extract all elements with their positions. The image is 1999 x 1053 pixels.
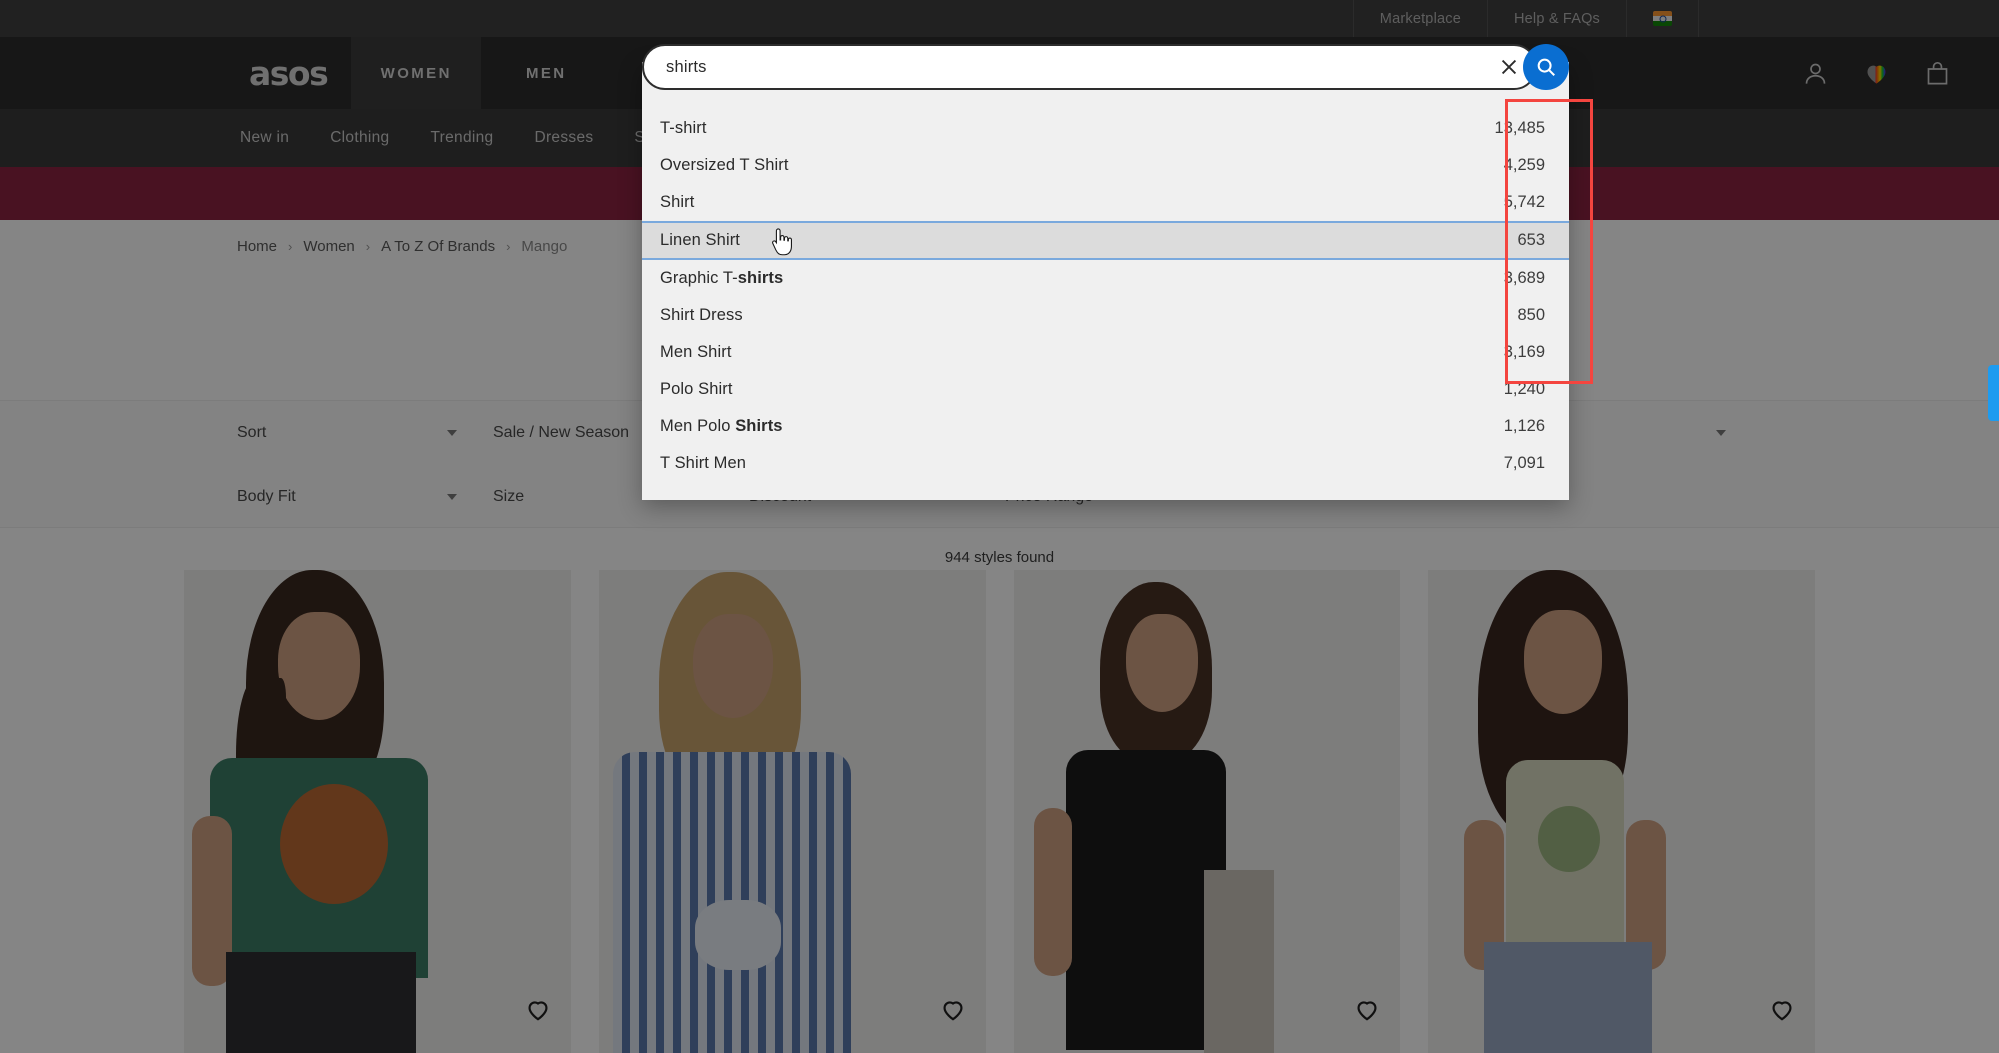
chevron-right-icon: › <box>288 239 292 254</box>
india-flag-icon <box>1653 11 1672 26</box>
suggestion-count: 1,126 <box>1461 417 1545 436</box>
topbar-country-selector[interactable] <box>1626 0 1699 37</box>
breadcrumb-item-home[interactable]: Home <box>237 238 277 255</box>
suggestion-count: 7,091 <box>1461 454 1545 473</box>
search-submit-button[interactable] <box>1523 44 1569 90</box>
suggestion-item-graphic-t-shirts[interactable]: Graphic T-shirts 3,689 <box>642 260 1569 297</box>
topbar-link-help[interactable]: Help & FAQs <box>1487 0 1626 37</box>
save-to-wishlist-heart-icon[interactable] <box>525 997 551 1023</box>
suggestion-count: 3,169 <box>1461 343 1545 362</box>
suggestion-count: 653 <box>1461 231 1545 250</box>
chevron-down-icon <box>1716 430 1726 436</box>
search-box: shirts <box>642 44 1569 90</box>
utility-topbar: Marketplace Help & FAQs <box>0 0 1999 37</box>
chevron-down-icon <box>447 430 457 436</box>
suggestion-count: 1,240 <box>1461 380 1545 399</box>
filter-sort-label: Sort <box>237 424 266 442</box>
suggestion-count: 13,485 <box>1461 119 1545 138</box>
product-image <box>184 570 571 1053</box>
results-count-text: 944 styles found <box>945 549 1054 566</box>
topbar-marketplace-label: Marketplace <box>1380 11 1461 27</box>
breadcrumb-item-mango: Mango <box>521 238 567 255</box>
search-icon <box>1535 56 1557 78</box>
suggestion-label: T-shirt <box>660 119 1461 138</box>
browser-page: Marketplace Help & FAQs asos WOMEN MEN <box>0 0 1999 1053</box>
suggestion-count: 4,259 <box>1461 156 1545 175</box>
filter-body-fit[interactable]: Body Fit <box>237 488 493 506</box>
product-card[interactable] <box>184 570 571 1053</box>
suggestion-label: Linen Shirt <box>660 231 1461 250</box>
suggestion-label: Graphic T-shirts <box>660 269 1461 288</box>
suggestion-count: 850 <box>1461 306 1545 325</box>
chevron-down-icon <box>447 494 457 500</box>
save-to-wishlist-heart-icon[interactable] <box>1769 997 1795 1023</box>
nav-left-spacer <box>0 37 225 109</box>
saved-items-heart-icon[interactable] <box>1863 60 1890 87</box>
nav-tab-men[interactable]: MEN <box>481 37 611 109</box>
shopping-bag-icon[interactable] <box>1924 60 1951 87</box>
account-icon[interactable] <box>1802 60 1829 87</box>
suggestion-item-linen-shirt[interactable]: Linen Shirt 653 <box>642 221 1569 260</box>
search-input-value: shirts <box>666 58 707 77</box>
close-icon[interactable] <box>1498 56 1520 78</box>
product-card[interactable] <box>1014 570 1401 1053</box>
breadcrumb-item-a-to-z[interactable]: A To Z Of Brands <box>381 238 495 255</box>
topbar-link-marketplace[interactable]: Marketplace <box>1353 0 1487 37</box>
category-dresses[interactable]: Dresses <box>534 129 593 147</box>
suggestion-item-shirt-dress[interactable]: Shirt Dress 850 <box>642 297 1569 334</box>
suggestion-count: 3,689 <box>1461 269 1545 288</box>
suggestion-item-oversized-t-shirt[interactable]: Oversized T Shirt 4,259 <box>642 147 1569 184</box>
nav-icon-group <box>1802 37 1999 109</box>
category-trending[interactable]: Trending <box>430 129 493 147</box>
suggestion-count: 5,742 <box>1461 193 1545 212</box>
search-input[interactable]: shirts <box>642 44 1537 90</box>
suggestion-item-t-shirt[interactable]: T-shirt 13,485 <box>642 110 1569 147</box>
topbar-help-label: Help & FAQs <box>1514 11 1600 27</box>
asos-logo-text: asos <box>249 54 327 93</box>
asos-logo[interactable]: asos <box>225 37 351 109</box>
suggestion-label: Oversized T Shirt <box>660 156 1461 175</box>
suggestion-label: Shirt Dress <box>660 306 1461 325</box>
feedback-tab[interactable] <box>1988 365 1999 421</box>
nav-tab-women-label: WOMEN <box>381 65 452 82</box>
suggestion-item-shirt[interactable]: Shirt 5,742 <box>642 184 1569 221</box>
search-suggestions-panel: T-shirt 13,485 Oversized T Shirt 4,259 S… <box>642 62 1569 500</box>
chevron-right-icon: › <box>366 239 370 254</box>
nav-tab-men-label: MEN <box>526 65 567 82</box>
filter-size-label: Size <box>493 488 524 506</box>
suggestion-item-men-shirt[interactable]: Men Shirt 3,169 <box>642 334 1569 371</box>
product-image <box>1014 570 1401 1053</box>
filter-sale-label: Sale / New Season <box>493 424 629 442</box>
filter-sort[interactable]: Sort <box>237 424 493 442</box>
suggestion-item-t-shirt-men[interactable]: T Shirt Men 7,091 <box>642 445 1569 482</box>
product-image <box>599 570 986 1053</box>
suggestion-label: Men Shirt <box>660 343 1461 362</box>
save-to-wishlist-heart-icon[interactable] <box>940 997 966 1023</box>
suggestion-label: Men Polo Shirts <box>660 417 1461 436</box>
search-overlay: shirts T-shirt 13,485 Oversized T Shirt … <box>642 44 1569 90</box>
save-to-wishlist-heart-icon[interactable] <box>1354 997 1380 1023</box>
suggestion-item-polo-shirt[interactable]: Polo Shirt 1,240 <box>642 371 1569 408</box>
filter-body-fit-label: Body Fit <box>237 488 296 506</box>
product-card[interactable] <box>599 570 986 1053</box>
breadcrumb-item-women[interactable]: Women <box>303 238 354 255</box>
suggestion-label: Polo Shirt <box>660 380 1461 399</box>
suggestion-label: T Shirt Men <box>660 454 1461 473</box>
suggestion-item-men-polo-shirts[interactable]: Men Polo Shirts 1,126 <box>642 408 1569 445</box>
suggestion-label: Shirt <box>660 193 1461 212</box>
category-clothing[interactable]: Clothing <box>330 129 389 147</box>
nav-tab-women[interactable]: WOMEN <box>351 37 481 109</box>
product-card[interactable] <box>1428 570 1815 1053</box>
product-image <box>1428 570 1815 1053</box>
chevron-right-icon: › <box>506 239 510 254</box>
category-new-in[interactable]: New in <box>240 129 289 147</box>
product-grid <box>0 570 1999 1053</box>
